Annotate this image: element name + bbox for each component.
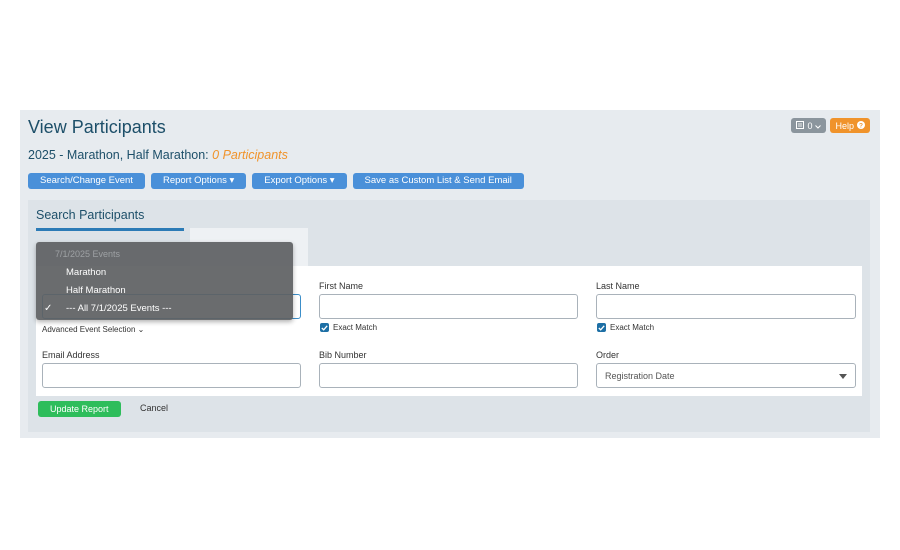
checkbox-checked-icon[interactable] (597, 323, 606, 332)
help-label: Help (835, 120, 854, 131)
export-options-button[interactable]: Export Options ▾ (252, 173, 347, 189)
participant-count: 0 Participants (212, 148, 288, 162)
first-name-exact-match[interactable]: Exact Match (320, 323, 377, 332)
exact-match-label: Exact Match (610, 323, 655, 332)
event-subtitle: 2025 - Marathon, Half Marathon: 0 Partic… (28, 148, 288, 162)
dropdown-group-header: 7/1/2025 Events (55, 249, 121, 259)
chevron-down-icon: ⌄ (137, 325, 145, 334)
report-options-label: Report Options (162, 175, 227, 186)
chevron-down-icon (815, 121, 822, 131)
search-panel-title: Search Participants (36, 208, 145, 222)
last-name-label: Last Name (596, 281, 640, 291)
order-select[interactable]: Registration Date (596, 363, 856, 388)
last-name-input[interactable] (596, 294, 856, 319)
save-custom-list-label: Save as Custom List & Send Email (364, 175, 512, 186)
caret-down-icon: ▾ (229, 175, 235, 186)
question-icon: ? (857, 120, 865, 131)
advanced-event-selection-label: Advanced Event Selection (42, 325, 136, 334)
order-select-value: Registration Date (605, 370, 675, 381)
export-options-label: Export Options (264, 175, 328, 186)
save-custom-list-button[interactable]: Save as Custom List & Send Email (352, 173, 524, 189)
first-name-label: First Name (319, 281, 364, 291)
checkmark-icon: ✓ (44, 303, 53, 314)
dropdown-option-half-marathon[interactable]: Half Marathon (66, 285, 126, 296)
caret-down-icon: ▾ (329, 175, 335, 186)
event-dropdown-menu: 7/1/2025 Events Marathon Half Marathon ✓… (36, 242, 293, 320)
toolbar: Search/Change Event Report Options ▾ Exp… (28, 173, 524, 189)
list-count-button[interactable]: 0 (791, 118, 827, 133)
tab-active-indicator[interactable] (36, 228, 184, 231)
page-title: View Participants (28, 117, 166, 137)
svg-text:?: ? (859, 122, 863, 129)
search-change-event-button[interactable]: Search/Change Event (28, 173, 145, 189)
list-count: 0 (807, 120, 813, 131)
exact-match-label: Exact Match (333, 323, 378, 332)
dropdown-option-marathon[interactable]: Marathon (66, 267, 106, 278)
advanced-event-selection-link[interactable]: Advanced Event Selection ⌄ (42, 325, 144, 334)
checkbox-checked-icon[interactable] (320, 323, 329, 332)
help-button[interactable]: Help ? (830, 118, 870, 133)
email-input[interactable] (42, 363, 301, 388)
bib-number-label: Bib Number (319, 350, 367, 360)
email-label: Email Address (42, 350, 100, 360)
dropdown-option-all-events[interactable]: --- All 7/1/2025 Events --- (66, 303, 172, 314)
event-name: 2025 - Marathon, Half Marathon: (28, 148, 209, 162)
first-name-input[interactable] (319, 294, 578, 319)
header-actions: 0 Help ? (791, 118, 870, 133)
update-report-label: Update Report (50, 404, 109, 414)
bib-number-input[interactable] (319, 363, 578, 388)
last-name-exact-match[interactable]: Exact Match (597, 323, 654, 332)
search-change-event-label: Search/Change Event (40, 175, 133, 186)
cancel-link[interactable]: Cancel (140, 403, 168, 413)
order-label: Order (596, 350, 620, 360)
report-options-button[interactable]: Report Options ▾ (150, 173, 247, 189)
caret-down-icon (839, 371, 847, 381)
cancel-label: Cancel (140, 403, 169, 413)
update-report-button[interactable]: Update Report (38, 401, 121, 417)
list-icon (796, 120, 805, 131)
